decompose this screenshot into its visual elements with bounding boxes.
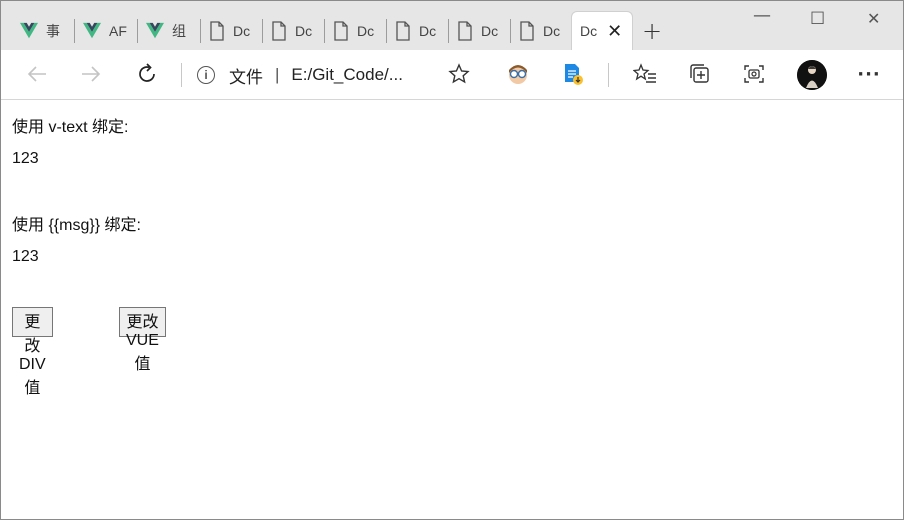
collections-icon[interactable] [688,62,712,86]
document-icon [210,20,224,41]
tab-label: Dc [357,22,375,39]
tab-doc-6[interactable]: Dc [511,11,571,50]
vue-icon [20,22,38,38]
tab-vue-2[interactable]: AF [75,11,138,50]
tab-doc-5[interactable]: Dc [449,11,511,50]
tab-label: 事 [46,22,60,39]
refresh-icon[interactable] [135,62,159,86]
vue-icon [146,22,164,38]
screenshot-icon[interactable] [742,62,766,86]
browser-window: 事 AF 组 Dc Dc Dc Dc Dc Dc Dc ✕ + — ☐ ✕ i … [0,0,904,520]
close-tab-icon[interactable]: ✕ [607,21,622,42]
tab-doc-4[interactable]: Dc [387,11,449,50]
more-icon[interactable]: ··· [857,62,881,86]
extension-icon[interactable] [561,62,585,86]
favorites-icon[interactable] [633,62,657,86]
vue-icon [83,22,101,38]
address-scheme-label: 文件 [229,67,263,87]
minimize-button[interactable]: — [753,5,771,26]
info-icon[interactable]: i [197,66,215,84]
change-div-value-button[interactable]: 更改DIV值 [12,307,53,397]
forward-icon[interactable] [79,62,103,86]
tab-label: Dc [481,22,499,39]
tab-doc-2[interactable]: Dc [263,11,325,50]
tab-label: Dc [543,22,561,39]
extension-icon[interactable] [506,62,530,86]
msg-binding-value: 123 [12,248,39,265]
tab-vue-3[interactable]: 组 [138,11,201,50]
address-separator [181,63,182,87]
new-tab-button[interactable]: + [642,17,662,45]
tab-label: Dc [233,22,251,39]
address-bar[interactable]: i 文件 | E:/Git_Code/... [197,62,403,88]
profile-avatar[interactable] [797,60,827,90]
tab-label: AF [109,22,127,39]
tab-active[interactable]: Dc ✕ [571,11,633,50]
address-pipe: | [275,65,280,84]
tab-label: Dc [580,23,598,39]
document-icon [458,20,472,41]
tab-label: 组 [172,22,186,39]
tab-strip: 事 AF 组 Dc Dc Dc Dc Dc Dc Dc ✕ + — ☐ ✕ [1,1,903,50]
document-icon [396,20,410,41]
tab-doc-3[interactable]: Dc [325,11,387,50]
toolbar: i 文件 | E:/Git_Code/... ··· [1,50,903,100]
tab-label: Dc [419,22,437,39]
toolbar-separator [608,63,609,87]
close-window-button[interactable]: ✕ [867,9,880,28]
tab-vue-1[interactable]: 事 [12,11,75,50]
tab-doc-1[interactable]: Dc [201,11,263,50]
msg-binding-label: 使用 {{msg}} 绑定: [12,217,141,234]
maximize-button[interactable]: ☐ [810,9,825,29]
tab-label: Dc [295,22,313,39]
document-icon [334,20,348,41]
document-icon [520,20,534,41]
document-icon [272,20,286,41]
change-vue-value-button[interactable]: 更改VUE值 [119,307,166,373]
address-url: E:/Git_Code/... [291,65,403,84]
v-text-value: 123 [12,150,39,167]
v-text-label: 使用 v-text 绑定: [12,119,129,136]
favorite-star-icon[interactable] [447,62,471,86]
back-icon[interactable] [25,62,49,86]
